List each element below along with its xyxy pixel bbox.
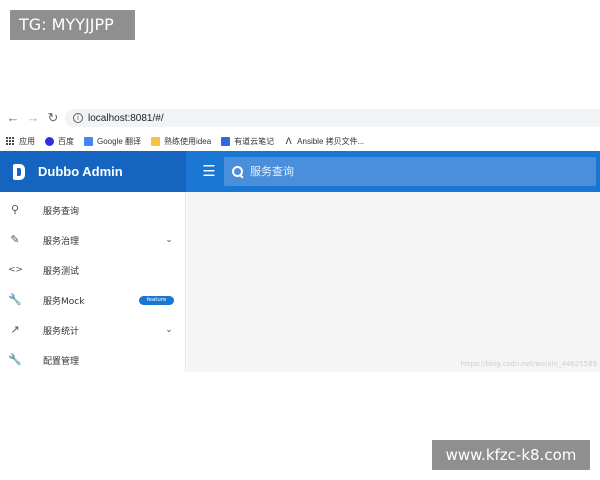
google-translate-icon (84, 136, 93, 146)
top-watermark: TG: MYYJJPP (10, 10, 135, 40)
bookmark-label: 有道云笔记 (234, 136, 275, 146)
sidebar-item-label: 配置管理 (43, 356, 80, 367)
bookmark-apps[interactable]: 应用 (6, 136, 35, 147)
wrench-icon: 🔧 (8, 293, 22, 306)
dubbo-logo-icon (13, 163, 25, 180)
chevron-down-icon[interactable]: ⌄ (163, 234, 175, 246)
feature-badge: feature (139, 295, 174, 305)
bookmark-label: Google 翻译 (97, 136, 142, 146)
bottom-watermark: www.kfzc-k8.com (432, 440, 590, 470)
wrench-icon: 🔧 (8, 353, 22, 366)
hamburger-menu-icon[interactable]: ☰ (200, 163, 218, 181)
pencil-icon: ✎ (10, 233, 20, 246)
search-bar[interactable] (224, 157, 596, 186)
search-icon (232, 165, 244, 178)
sidebar-item-label: 服务Mock (43, 296, 85, 307)
sidebar-item-service-stats[interactable]: ↗ 服务统计 ⌄ (0, 315, 186, 345)
bookmark-label: Ansible 拷贝文件... (297, 136, 365, 146)
bookmark-idea[interactable]: 熟练使用idea (151, 136, 211, 147)
bookmark-youdao[interactable]: 有道云笔记 (221, 136, 274, 147)
blog-watermark: https://blog.csdn.net/weixin_44625589 (460, 360, 597, 368)
trending-icon: ↗ (10, 323, 20, 336)
info-icon[interactable]: i (73, 113, 83, 123)
search-input[interactable] (250, 165, 550, 178)
sidebar: ⚲ 服务查询 ✎ 服务治理 ⌄ <> 服务测试 🔧 服务Mock feature… (0, 192, 186, 372)
bookmark-label: 熟练使用idea (164, 136, 212, 146)
youdao-note-icon (221, 136, 231, 146)
ansible-icon: Λ (285, 135, 292, 146)
bookmarks-bar: 应用 百度 Google 翻译 熟练使用idea 有道云笔记 Λ Ansible… (0, 131, 600, 151)
address-bar[interactable]: i localhost:8081/#/ (65, 109, 600, 127)
bookmark-label: 百度 (58, 136, 74, 146)
bookmark-google-translate[interactable]: Google 翻译 (84, 136, 141, 147)
sidebar-item-label: 服务查询 (43, 206, 80, 217)
reload-icon[interactable]: ↻ (43, 108, 63, 128)
bookmark-label: 应用 (19, 136, 35, 146)
sidebar-item-service-governance[interactable]: ✎ 服务治理 ⌄ (0, 225, 186, 255)
chevron-down-icon[interactable]: ⌄ (163, 324, 175, 336)
bookmark-baidu[interactable]: 百度 (45, 136, 74, 147)
brand-name: Dubbo Admin (38, 164, 123, 179)
sidebar-item-service-mock[interactable]: 🔧 服务Mock feature (0, 285, 186, 315)
baidu-paw-icon (45, 136, 54, 146)
back-arrow-icon[interactable]: ← (3, 108, 23, 128)
brand[interactable]: Dubbo Admin (0, 151, 186, 192)
main-content: https://blog.csdn.net/weixin_44625589 (187, 192, 600, 372)
search-icon: ⚲ (10, 203, 20, 216)
sidebar-item-label: 服务统计 (43, 326, 80, 337)
address-row: ← → ↻ i localhost:8081/#/ (0, 107, 600, 129)
code-brackets-icon: <> (8, 265, 24, 275)
sidebar-item-label: 服务测试 (43, 266, 80, 277)
dubbo-admin-app: Dubbo Admin ☰ ⚲ 服务查询 ✎ 服务治理 ⌄ <> 服务测试 (0, 151, 600, 372)
sidebar-item-label: 服务治理 (43, 236, 80, 247)
folder-icon (151, 136, 161, 146)
app-header: Dubbo Admin ☰ (0, 151, 600, 192)
sidebar-item-service-query[interactable]: ⚲ 服务查询 (0, 195, 186, 225)
url-text: localhost:8081/#/ (88, 112, 164, 124)
browser-window: ← → ↻ i localhost:8081/#/ 应用 百度 Google 翻… (0, 107, 600, 372)
forward-arrow-icon[interactable]: → (23, 108, 43, 128)
sidebar-item-config-management[interactable]: 🔧 配置管理 (0, 345, 186, 375)
apps-grid-icon (6, 136, 15, 146)
sidebar-item-service-test[interactable]: <> 服务测试 (0, 255, 186, 285)
bookmark-ansible[interactable]: Λ Ansible 拷贝文件... (284, 135, 365, 147)
